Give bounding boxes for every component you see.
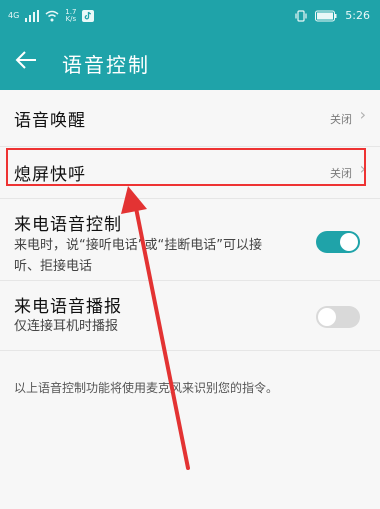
annotation-arrow	[121, 186, 190, 470]
